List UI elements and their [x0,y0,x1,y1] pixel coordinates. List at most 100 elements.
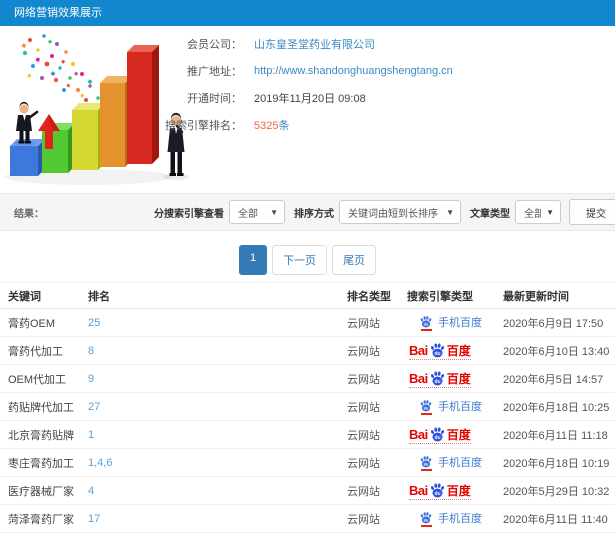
baidu-paw-icon: du [419,511,433,527]
keyword-cell: 药贴牌代加工 [0,392,88,421]
baidu-pc-logo: Bai du 百度 [409,342,471,360]
baidu-mobile-logo: du 手机百度 [419,455,482,471]
baidu-paw-icon: du [419,399,433,415]
mobile-baidu-label: 手机百度 [438,316,482,329]
rank-link[interactable]: 8 [88,345,94,357]
rank-cell: 9 [88,364,347,393]
baidu-paw-icon: du [429,426,446,442]
col-updated: 最新更新时间 [503,282,615,309]
col-keyword: 关键词 [0,282,88,309]
confetti-dots [21,34,106,114]
updated-cell: 2020年6月9日 17:50 [503,308,615,337]
engine-cell: du 手机百度 [407,448,503,477]
keyword-cell: 枣庄膏药加工 [0,448,88,477]
app-header: 网络营销效果展示 [0,0,615,26]
table-row: 菏泽膏药厂家 17 云网站 du 手机百度 2020年6月11日 11:40 [0,504,615,533]
table-row: 药贴牌代加工 27 云网站 du 手机百度 2020年6月18日 10:25 [0,392,615,421]
table-body: 膏药OEM 25 云网站 du 手机百度 2020年6月9日 17:50 膏药代… [0,308,615,533]
info-row-company: 会员公司： 山东皇圣堂药业有限公司 [120,36,453,52]
keyword-cell: 菏泽膏药厂家 [0,504,88,533]
company-name-link[interactable]: 山东皇圣堂药业有限公司 [254,39,375,51]
promo-url-label: 推广地址： [187,66,242,78]
rank-cell: 1,4,6 [88,448,347,477]
chevron-down-icon: ▼ [270,207,278,217]
red-underline [420,468,432,471]
chevron-down-icon: ▼ [546,207,554,217]
table-row: 枣庄膏药加工 1,4,6 云网站 du 手机百度 2020年6月18日 10:1… [0,448,615,477]
sort-filter-select[interactable]: 关键词由短到长排序 ▼ [339,200,461,224]
engine-cell: Bai du 百度 [407,364,503,393]
rank-cell: 17 [88,504,347,533]
info-row-url: 推广地址： http://www.shandonghuangshengtang.… [120,63,453,79]
promo-url-link[interactable]: http://www.shandonghuangshengtang.cn [254,65,453,77]
col-rank-type: 排名类型 [347,282,407,309]
rank-type-cell: 云网站 [347,476,407,505]
rank-count-number: 5325 [254,120,279,132]
table-row: 医疗器械厂家 4 云网站 Bai du 百度 2020年5月29日 10:32 [0,476,615,505]
baidu-mobile-logo: du 手机百度 [419,399,482,415]
svg-text:du: du [424,406,429,410]
rank-count-unit[interactable]: 条 [278,120,289,132]
rank-type-cell: 云网站 [347,364,407,393]
rank-cell: 8 [88,336,347,365]
svg-text:du: du [424,462,429,466]
red-underline [420,524,432,527]
baidu-mobile-logo: du 手机百度 [419,315,482,331]
updated-cell: 2020年6月18日 10:25 [503,392,615,421]
col-engine-type: 搜索引擎类型 [407,282,503,309]
baidu-paw-icon: du [419,455,433,471]
pagination-page-1[interactable]: 1 [238,245,268,275]
rank-count-label: 搜索引擎排名： [165,120,242,132]
submit-button[interactable]: 提交 [569,199,615,225]
updated-cell: 2020年6月11日 11:40 [503,504,615,533]
rank-type-cell: 云网站 [347,448,407,477]
keyword-cell: 医疗器械厂家 [0,476,88,505]
rank-type-cell: 云网站 [347,336,407,365]
result-label: 结果： [14,208,44,220]
rank-link[interactable]: 1 [88,429,94,441]
businessman-left [14,101,39,146]
keyword-cell: OEM代加工 [0,364,88,393]
open-time-label: 开通时间： [187,93,242,105]
svg-text:du: du [434,351,440,357]
rank-link[interactable]: 27 [88,401,100,413]
baidu-paw-icon: du [419,315,433,331]
baidu-paw-icon: du [429,370,446,386]
rank-type-cell: 云网站 [347,504,407,533]
info-row-open-time: 开通时间： 2019年11月20日 09:08 [120,90,453,106]
results-table: 关键词 排名 排名类型 搜索引擎类型 最新更新时间 膏药OEM 25 云网站 d… [0,282,615,533]
rank-cell: 4 [88,476,347,505]
rank-link[interactable]: 1,4,6 [88,457,112,469]
rank-link[interactable]: 17 [88,513,100,525]
rank-link[interactable]: 25 [88,317,100,329]
svg-text:du: du [434,379,440,385]
svg-text:du: du [424,518,429,522]
rank-cell: 1 [88,420,347,449]
rank-link[interactable]: 9 [88,373,94,385]
updated-cell: 2020年6月10日 13:40 [503,336,615,365]
article-type-select[interactable]: 全部 ▼ [515,200,561,224]
chevron-down-icon: ▼ [446,207,454,217]
pagination-last-button[interactable]: 尾页 [332,245,377,275]
page-title: 网络营销效果展示 [14,7,102,19]
article-type-label: 文章类型 [470,208,510,220]
mobile-baidu-label: 手机百度 [438,512,482,525]
engine-filter-label: 分搜索引擎查看 [154,208,224,220]
engine-cell: Bai du 百度 [407,336,503,365]
rank-link[interactable]: 4 [88,485,94,497]
company-info: 会员公司： 山东皇圣堂药业有限公司 推广地址： http://www.shand… [120,36,453,144]
table-row: 膏药代加工 8 云网站 Bai du 百度 2020年6月10日 13:40 [0,336,615,365]
svg-text:du: du [424,322,429,326]
updated-cell: 2020年6月18日 10:19 [503,448,615,477]
engine-cell: Bai du 百度 [407,420,503,449]
rank-cell: 25 [88,308,347,337]
engine-filter-select[interactable]: 全部 ▼ [229,200,285,224]
filter-bar: 结果： 分搜索引擎查看 全部 ▼ 排序方式 关键词由短到长排序 ▼ 文章类型 全… [0,193,615,231]
baidu-pc-logo: Bai du 百度 [409,482,471,500]
pagination-next-button[interactable]: 下一页 [272,245,328,275]
info-row-rank-count: 搜索引擎排名： 5325条 [120,117,453,133]
table-row: OEM代加工 9 云网站 Bai du 百度 2020年6月5日 14:57 [0,364,615,393]
red-underline [420,328,432,331]
table-row: 北京膏药贴牌 1 云网站 Bai du 百度 2020年6月11日 11:18 [0,420,615,449]
pagination: 1 下一页 尾页 [0,245,615,275]
